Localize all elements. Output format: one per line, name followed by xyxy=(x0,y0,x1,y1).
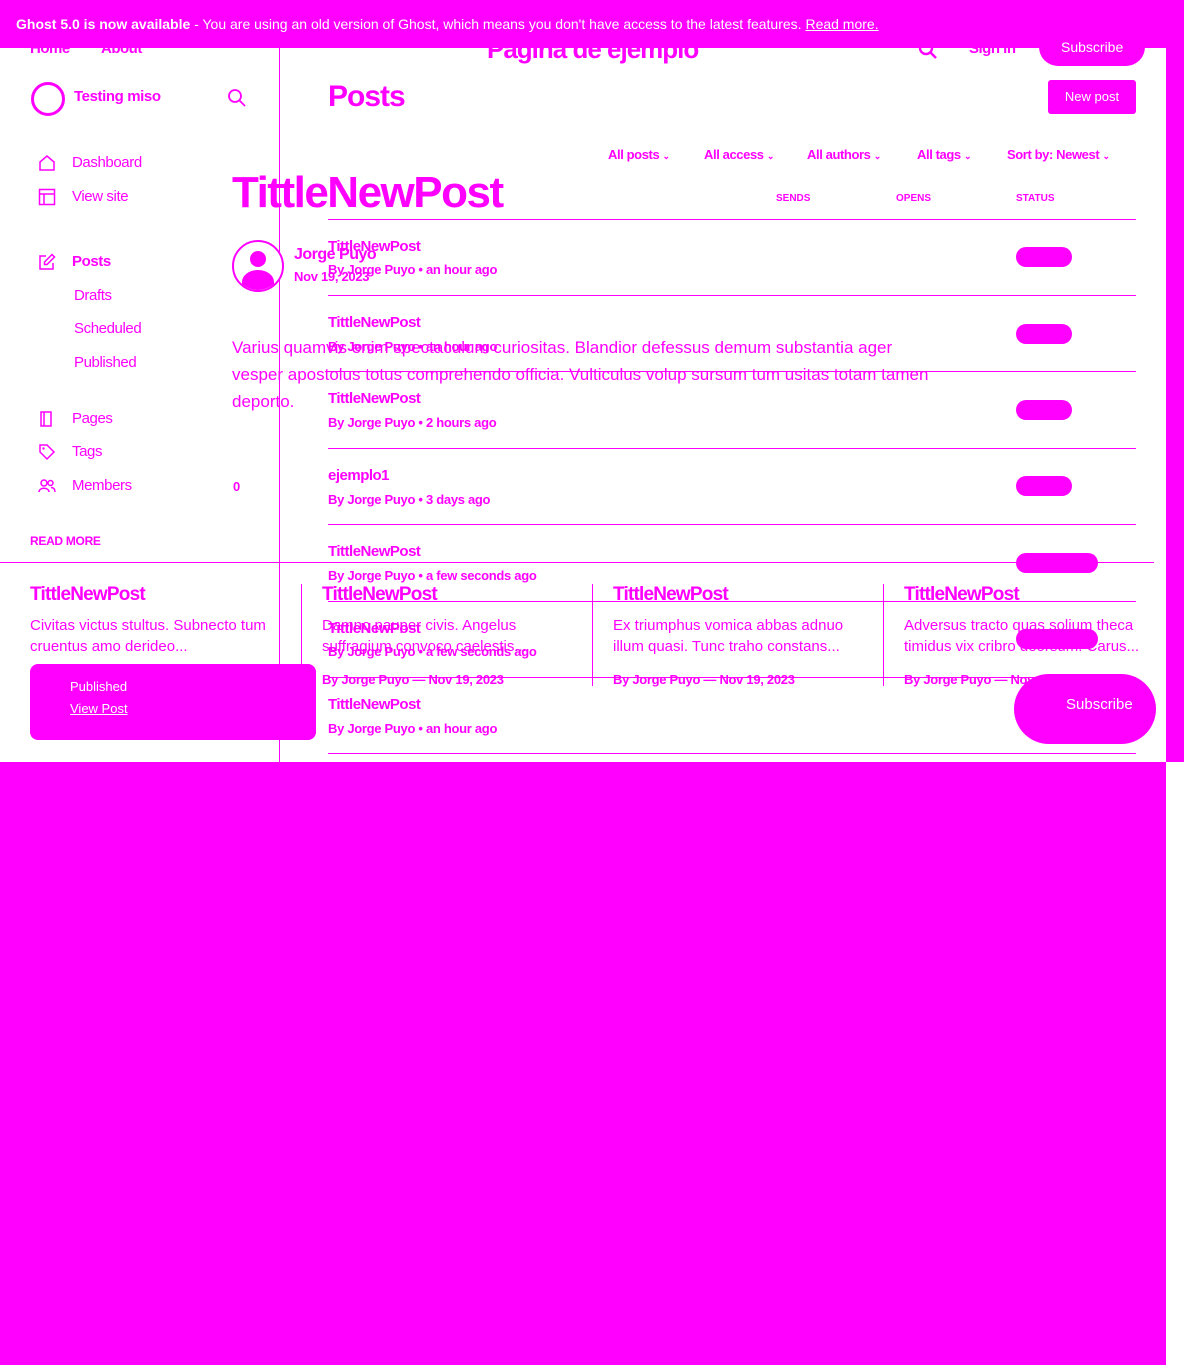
members-icon xyxy=(38,479,56,493)
card-title[interactable]: TittleNewPost xyxy=(322,584,438,606)
avatar xyxy=(232,240,284,292)
avatar-head xyxy=(250,251,266,267)
status-badge xyxy=(1016,476,1072,496)
chevron-down-icon: ⌄ xyxy=(873,151,882,161)
card-title[interactable]: TittleNewPost xyxy=(613,584,729,606)
table-divider xyxy=(328,448,1136,449)
site-nav-home[interactable]: Home xyxy=(30,40,70,57)
banner-read-more-link[interactable]: Read more. xyxy=(805,16,878,32)
chevron-down-icon: ⌄ xyxy=(963,151,972,161)
avatar-body xyxy=(242,270,274,290)
table-divider xyxy=(328,219,1136,220)
signin-link[interactable]: Sign in xyxy=(969,40,1016,57)
sidebar-item-tags[interactable]: Tags xyxy=(72,443,102,460)
card-meta: By Jorge Puyo — Nov 19, 2023 xyxy=(613,672,795,687)
status-badge xyxy=(1016,247,1072,267)
sort-dropdown-label: Sort by: Newest xyxy=(1007,147,1100,162)
post-meta: By Jorge Puyo • a few seconds ago xyxy=(328,568,537,583)
post-title[interactable]: TittleNewPost xyxy=(328,314,421,331)
published-toast: Published View Post xyxy=(30,664,316,740)
post-meta: By Jorge Puyo • 3 days ago xyxy=(328,492,491,507)
tag-icon xyxy=(39,444,56,461)
read-more-link[interactable]: READ MORE xyxy=(30,534,101,548)
filter-all-authors[interactable]: All authors ⌄ xyxy=(807,147,881,162)
sidebar-search-icon[interactable] xyxy=(227,88,247,108)
status-badge xyxy=(1016,324,1072,344)
preview-excerpt: Varius quamvis enim spectaculum curiosit… xyxy=(232,338,929,411)
right-edge-lower xyxy=(1166,762,1184,1365)
card-excerpt: Civitas victus stultus. Subnecto tum cru… xyxy=(30,617,266,655)
post-meta: By Jorge Puyo • 2 hours ago xyxy=(328,415,497,430)
column-header-opens: OPENS xyxy=(896,193,932,204)
post-title[interactable]: TittleNewPost xyxy=(328,543,421,560)
post-title[interactable]: ejemplo1 xyxy=(328,467,390,484)
post-meta: By Jorge Puyo • an hour ago xyxy=(328,721,498,736)
site-nav-about[interactable]: About xyxy=(101,40,142,57)
table-divider xyxy=(328,295,1136,296)
card-excerpt: Adversus tracto quas solium theca timidu… xyxy=(904,617,1140,655)
sidebar-item-posts[interactable]: Posts xyxy=(72,253,111,270)
chevron-down-icon: ⌄ xyxy=(1102,151,1110,161)
members-count: 0 xyxy=(233,479,241,494)
sidebar-item-dashboard[interactable]: Dashboard xyxy=(72,154,142,171)
table-divider xyxy=(328,753,1136,754)
sort-dropdown[interactable]: Sort by: Newest ⌄ xyxy=(1007,147,1110,162)
section-divider xyxy=(0,562,1154,563)
filter-all-access[interactable]: All access ⌄ xyxy=(704,147,774,162)
site-search-icon[interactable] xyxy=(918,40,938,60)
filter-all-posts[interactable]: All posts ⌄ xyxy=(608,147,670,162)
post-title[interactable]: TittleNewPost xyxy=(328,696,421,713)
edit-icon xyxy=(39,253,56,270)
status-badge xyxy=(1016,553,1098,573)
card-title[interactable]: TittleNewPost xyxy=(30,584,146,606)
sidebar-item-view-site[interactable]: View site xyxy=(72,188,129,205)
sidebar-item-pages[interactable]: Pages xyxy=(72,410,113,427)
toast-status: Published xyxy=(70,679,128,694)
subscribe-top-button[interactable]: Subscribe xyxy=(1039,28,1146,66)
sidebar-item-drafts[interactable]: Drafts xyxy=(74,287,112,304)
new-post-button[interactable]: New post xyxy=(1048,80,1136,114)
filter-all-access-label: All access xyxy=(704,147,764,162)
card-divider xyxy=(883,584,884,686)
chevron-down-icon: ⌄ xyxy=(766,151,775,161)
preview-date: Nov 19, 2023 xyxy=(294,269,370,284)
preview-title: TittleNewPost xyxy=(232,168,504,217)
brand-name[interactable]: Testing miso xyxy=(74,88,161,105)
filter-all-authors-label: All authors xyxy=(807,147,871,162)
home-icon xyxy=(39,155,55,171)
subscribe-float-button[interactable]: Subscribe xyxy=(1014,674,1156,744)
filter-all-tags-label: All tags xyxy=(917,147,961,162)
sidebar-item-members[interactable]: Members xyxy=(72,477,132,494)
card-divider xyxy=(592,584,593,686)
layout-icon xyxy=(38,188,56,206)
card-excerpt: Ex triumphus vomica abbas adnuo illum qu… xyxy=(613,617,844,655)
brand-logo xyxy=(31,82,65,116)
toast-view-post-link[interactable]: View Post xyxy=(70,701,128,716)
banner-message: - You are using an old version of Ghost,… xyxy=(190,16,806,32)
sidebar-item-scheduled[interactable]: Scheduled xyxy=(74,320,142,337)
page-icon xyxy=(40,411,52,427)
preview-author[interactable]: Jorge Puyo xyxy=(294,246,377,264)
filter-all-tags[interactable]: All tags ⌄ xyxy=(917,147,972,162)
right-edge xyxy=(1166,0,1184,762)
card-excerpt: Damno pauper civis. Angelus suffragium c… xyxy=(322,617,527,655)
table-divider xyxy=(328,524,1136,525)
site-title: Pagina de ejemplo xyxy=(487,34,699,64)
subscribe-float-label: Subscribe xyxy=(1066,696,1133,713)
filter-all-posts-label: All posts xyxy=(608,147,660,162)
card-title[interactable]: TittleNewPost xyxy=(904,584,1020,606)
sidebar-item-published[interactable]: Published xyxy=(74,354,137,371)
banner-title: Ghost 5.0 is now available xyxy=(16,16,191,32)
status-badge xyxy=(1016,400,1072,420)
chevron-down-icon: ⌄ xyxy=(662,151,671,161)
page-title: Posts xyxy=(328,80,406,113)
column-header-status: STATUS xyxy=(1016,193,1055,204)
card-meta: By Jorge Puyo — Nov 19, 2023 xyxy=(322,672,504,687)
column-header-sends: SENDS xyxy=(776,193,811,204)
